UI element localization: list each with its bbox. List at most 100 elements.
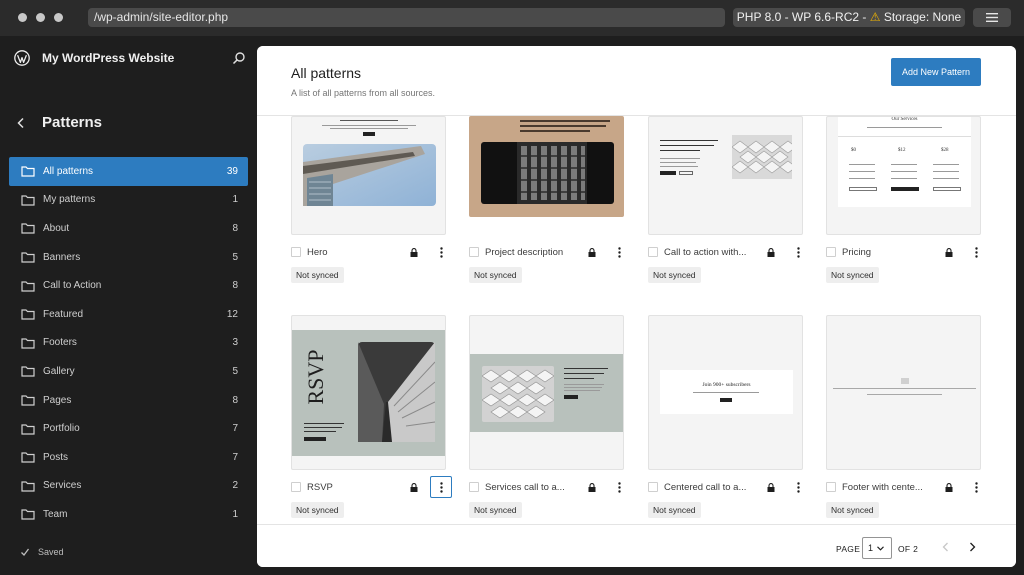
sidebar-item-label: Portfolio — [43, 423, 80, 435]
select-checkbox[interactable] — [291, 247, 301, 257]
window-close-button[interactable] — [18, 13, 27, 22]
site-title[interactable]: My WordPress Website — [42, 51, 232, 65]
pattern-preview[interactable]: Join 900+ subscribers — [648, 315, 803, 470]
folder-icon — [21, 481, 35, 492]
select-checkbox[interactable] — [469, 247, 479, 257]
sidebar-item-portfolio[interactable]: Portfolio 7 — [9, 414, 248, 443]
lock-icon — [588, 482, 596, 492]
select-checkbox[interactable] — [469, 482, 479, 492]
sidebar-item-count: 3 — [232, 337, 238, 349]
sidebar-item-featured[interactable]: Featured 12 — [9, 300, 248, 329]
chevron-left-icon[interactable] — [14, 116, 28, 130]
kebab-menu-icon — [796, 246, 800, 258]
folder-icon — [21, 338, 35, 349]
more-actions-button[interactable] — [965, 476, 987, 498]
pattern-preview[interactable] — [291, 116, 446, 235]
site-hub: My WordPress Website — [14, 48, 246, 68]
kebab-menu-icon — [617, 246, 621, 258]
sidebar-item-label: About — [43, 222, 70, 234]
sidebar-item-count: 8 — [232, 280, 238, 292]
pattern-preview[interactable] — [648, 116, 803, 235]
sidebar-item-banners[interactable]: Banners 5 — [9, 243, 248, 272]
sidebar-item-services[interactable]: Services 2 — [9, 472, 248, 501]
window-minimize-button[interactable] — [36, 13, 45, 22]
sync-status-badge: Not synced — [291, 502, 344, 518]
subscribers-heading: Join 900+ subscribers — [702, 382, 751, 388]
pattern-title[interactable]: Project description — [485, 247, 582, 258]
sidebar-item-call-to-action[interactable]: Call to Action 8 — [9, 271, 248, 300]
pattern-preview[interactable]: Our Services $0 $12 $28 — [826, 116, 981, 235]
folder-icon — [21, 366, 35, 378]
folder-icon — [21, 252, 35, 263]
more-actions-button[interactable] — [787, 241, 809, 263]
select-checkbox[interactable] — [291, 482, 301, 492]
lock-icon — [767, 482, 775, 492]
sidebar-item-pages[interactable]: Pages 8 — [9, 386, 248, 415]
more-actions-button[interactable] — [608, 241, 630, 263]
select-checkbox[interactable] — [826, 482, 836, 492]
chevron-right-icon[interactable] — [966, 541, 978, 553]
select-checkbox[interactable] — [826, 247, 836, 257]
select-checkbox[interactable] — [648, 247, 658, 257]
pattern-preview[interactable]: RSVP — [291, 315, 446, 470]
environment-badge[interactable]: PHP 8.0 - WP 6.6-RC2 - ⚠ Storage: None — [733, 8, 965, 27]
more-actions-button[interactable] — [430, 476, 452, 498]
sidebar-item-footers[interactable]: Footers 3 — [9, 329, 248, 358]
sidebar-section-title: Patterns — [42, 114, 103, 131]
select-checkbox[interactable] — [648, 482, 658, 492]
sync-status-badge: Not synced — [826, 502, 879, 518]
lock-icon — [410, 247, 418, 257]
more-actions-button[interactable] — [787, 476, 809, 498]
pattern-title[interactable]: Centered call to a... — [664, 482, 761, 493]
pattern-title[interactable]: RSVP — [307, 482, 404, 493]
browser-toolbar: /wp-admin/site-editor.php PHP 8.0 - WP 6… — [0, 0, 1024, 36]
pattern-title[interactable]: Call to action with... — [664, 247, 761, 258]
sidebar-item-count: 12 — [226, 308, 238, 320]
pattern-photo — [732, 135, 792, 179]
sidebar-item-all-patterns[interactable]: All patterns 39 — [9, 157, 248, 186]
pattern-title[interactable]: Pricing — [842, 247, 939, 258]
folder-icon — [21, 166, 35, 177]
window-controls — [18, 13, 63, 22]
pattern-preview[interactable] — [469, 116, 624, 217]
sidebar-item-count: 5 — [232, 365, 238, 377]
sync-status-badge: Not synced — [826, 267, 879, 283]
kebab-menu-icon — [617, 481, 621, 493]
folder-icon — [21, 395, 35, 406]
pattern-title[interactable]: Hero — [307, 247, 404, 258]
browser-menu-button[interactable] — [973, 8, 1011, 27]
sidebar-item-count: 8 — [232, 394, 238, 406]
price-0: $0 — [851, 148, 856, 153]
sidebar-item-posts[interactable]: Posts 7 — [9, 443, 248, 472]
pattern-title[interactable]: Services call to a... — [485, 482, 582, 493]
more-actions-button[interactable] — [430, 241, 452, 263]
pattern-preview[interactable] — [826, 315, 981, 470]
sidebar-item-team[interactable]: Team 1 — [9, 500, 248, 529]
sidebar-item-label: My patterns — [43, 194, 96, 206]
page-label: PAGE — [836, 544, 861, 554]
sidebar-item-label: Banners — [43, 251, 81, 263]
more-actions-button[interactable] — [965, 241, 987, 263]
folder-icon — [21, 195, 35, 206]
pattern-meta: Hero — [291, 244, 446, 260]
sidebar-item-gallery[interactable]: Gallery 5 — [9, 357, 248, 386]
sidebar-item-label: Posts — [43, 451, 69, 463]
sidebar-item-my-patterns[interactable]: My patterns 1 — [9, 186, 248, 215]
sidebar-item-count: 5 — [232, 251, 238, 263]
address-bar[interactable]: /wp-admin/site-editor.php — [88, 8, 725, 27]
add-new-pattern-button[interactable]: Add New Pattern — [891, 58, 981, 86]
pricing-heading: Our Services — [891, 117, 918, 122]
page-select[interactable]: 1 — [862, 537, 892, 559]
pattern-title[interactable]: Footer with cente... — [842, 482, 939, 493]
sync-status-badge: Not synced — [648, 267, 701, 283]
window-zoom-button[interactable] — [54, 13, 63, 22]
search-icon[interactable] — [232, 51, 246, 65]
chevron-left-icon[interactable] — [940, 541, 952, 553]
pattern-preview[interactable] — [469, 315, 624, 470]
sidebar-item-about[interactable]: About 8 — [9, 214, 248, 243]
sidebar-section-header: Patterns — [14, 114, 102, 131]
more-actions-button[interactable] — [608, 476, 630, 498]
kebab-menu-icon — [796, 481, 800, 493]
pattern-meta: Call to action with... — [648, 244, 803, 260]
wordpress-logo-icon[interactable] — [14, 50, 30, 66]
